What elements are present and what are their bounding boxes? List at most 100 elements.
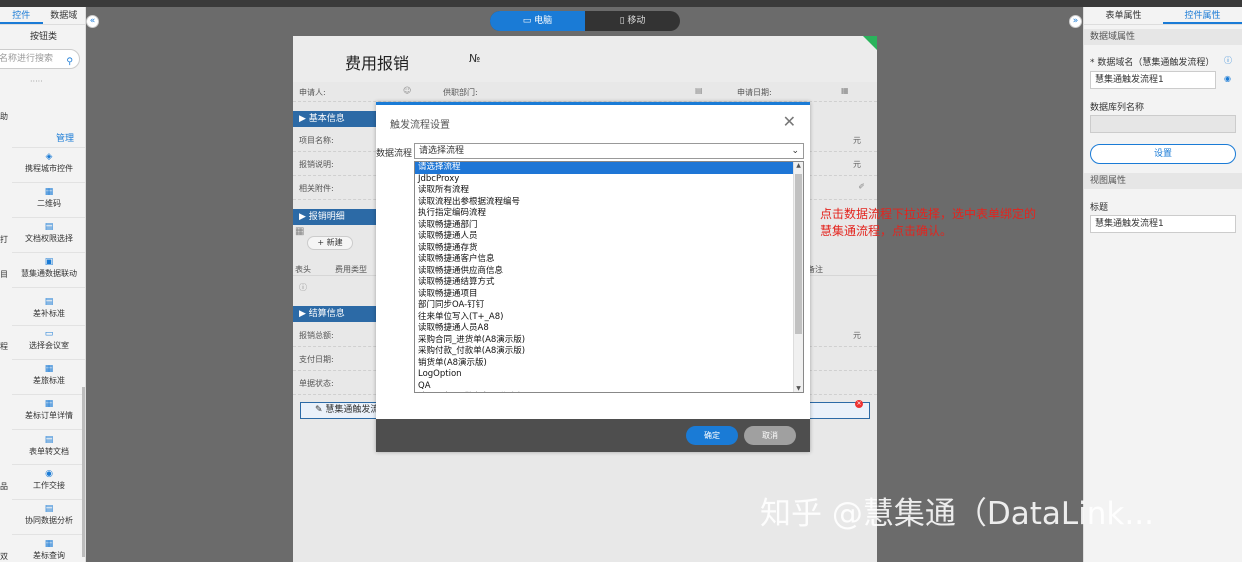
flow-option[interactable]: 读取畅捷通人员A8 [415,323,803,335]
flow-option[interactable]: QA [415,381,803,393]
pc-label: 电脑 [534,16,553,26]
control-item-data-link[interactable]: ▣ 慧集通数据联动 [14,257,84,279]
divider [12,359,85,360]
pc-view-button[interactable]: ▭ 电脑 [490,11,585,31]
left-scrollbar[interactable] [82,387,85,557]
flow-option[interactable]: 读取畅捷通部门 [415,220,803,232]
flow-option[interactable]: JdbcProxy [415,174,803,186]
search-placeholder: 名称进行搜索 [0,54,54,64]
control-label: 差标查询 [33,551,65,560]
control-item-meeting-room[interactable]: ▭ 选择会议室 [14,329,84,351]
locate-icon[interactable]: ◉ [1224,74,1231,83]
plus-icon: + [317,238,327,247]
paperclip-icon[interactable]: ✐ [858,182,865,191]
flow-option[interactable]: 采购合同_进货单(A8演示版) [415,335,803,347]
scroll-down-icon[interactable]: ▼ [794,385,803,392]
tab-controls[interactable]: 控件 [0,7,43,24]
chevron-down-icon: ⌄ [791,146,799,156]
search-icon[interactable]: ⚲ [66,53,73,71]
trigger-flow-dialog: 触发流程设置 ✕ 数据流程 请选择流程 ⌄ 请选择流程 JdbcProxy 读取所有… [376,102,810,452]
section-label: 报销明细 [308,212,345,222]
status-label: 单据状态: [299,379,334,388]
flow-option[interactable]: 读取流程出参根据流程编号 [415,197,803,209]
flow-option[interactable]: 读取畅捷通结算方式 [415,277,803,289]
select-value: 请选择流程 [419,146,465,156]
flow-option[interactable]: 请选择流程 [415,162,803,174]
control-item-ctrip-city[interactable]: ◈ 携程城市控件 [14,152,84,174]
mobile-view-button[interactable]: ▯ 移动 [585,11,680,31]
flow-option[interactable]: 读取畅捷通供应商信息 [415,266,803,278]
flow-option[interactable]: 读取畅捷通人员 [415,231,803,243]
cancel-button[interactable]: 取消 [744,426,796,445]
control-item-order-detail[interactable]: ▦ 差标订单详情 [14,399,84,421]
control-label: 慧集通数据联动 [21,269,77,278]
view-section: 视图属性 [1084,173,1242,189]
flow-option[interactable]: 部门同步OA-钉钉 [415,300,803,312]
flow-option[interactable]: 读取用友U8供应商及联系人 [415,392,803,393]
divider [12,217,85,218]
help-icon[interactable]: ⓘ [1224,55,1232,66]
new-row-button[interactable]: + 新建 [307,236,353,250]
new-label: 新建 [326,238,343,247]
standard-icon: ▤ [44,297,54,307]
manage-group-label: 管理 [56,134,75,144]
confirm-button[interactable]: 确定 [686,426,738,445]
divider [12,182,85,183]
qrcode-icon: ▦ [44,187,54,197]
tab-control-properties[interactable]: 控件属性 [1163,7,1242,24]
control-label: 携程城市控件 [25,164,73,173]
table-icon: ▦ [295,226,305,237]
control-search-input[interactable]: 名称进行搜索 ⚲ [0,49,80,69]
list-scrollbar[interactable]: ▲ ▼ [793,162,803,392]
left-panel: 控件 数据域 按钮类 名称进行搜索 ⚲ ····· 助 管理 ◈ 携程城市控件 ▦… [0,7,86,562]
dialog-title: 触发流程设置 [390,120,450,131]
flow-option[interactable]: 读取畅捷通存货 [415,243,803,255]
device-toggle: ▭ 电脑 ▯ 移动 [490,11,680,31]
delete-icon[interactable]: × [855,400,863,408]
control-item-work-handover[interactable]: ◉ 工作交接 [14,469,84,491]
dept-picker-icon[interactable]: ▤ [695,86,703,95]
collapse-left-icon[interactable]: « [86,15,99,28]
unit-label: 元 [853,160,861,169]
flow-option[interactable]: 读取畅捷通项目 [415,289,803,301]
person-icon[interactable]: ☺ [403,86,411,95]
collapse-right-icon[interactable]: » [1069,15,1082,28]
scrollbar-thumb[interactable] [795,174,802,334]
control-item-form-to-doc[interactable]: ▤ 表单转文档 [14,435,84,457]
flow-option[interactable]: 往来单位写入(T+_A8) [415,312,803,324]
flow-select[interactable]: 请选择流程 ⌄ [414,143,804,159]
divider [12,394,85,395]
section-detail: ▶ 报销明细 [293,209,381,225]
tab-form-properties[interactable]: 表单属性 [1084,7,1163,24]
flow-option[interactable]: 采购付款_付款单(A8演示版) [415,346,803,358]
cut-item-label: ····· [30,77,43,86]
control-item-qrcode[interactable]: ▦ 二维码 [14,187,84,209]
column-name-input[interactable] [1090,115,1236,133]
flow-options-list[interactable]: 请选择流程 JdbcProxy 读取所有流程 读取流程出参根据流程编号 执行指定编码流程… [414,161,804,393]
control-item-doc-permission[interactable]: ▤ 文档权限选择 [14,222,84,244]
control-item-subsidy-standard[interactable]: ▤ 差补标准 [14,297,84,319]
cut-label: 双 [0,552,8,561]
flow-option[interactable]: LogOption [415,369,803,381]
calendar-icon[interactable]: ▦ [841,86,849,95]
reason-label: 报销说明: [299,160,334,169]
tab-datafields[interactable]: 数据域 [43,7,86,24]
control-item-data-analysis[interactable]: ▤ 协同数据分析 [14,504,84,526]
form-number-label: № [469,52,481,65]
control-item-travel-standard[interactable]: ▦ 差旅标准 [14,364,84,386]
datafield-name-input[interactable]: 慧集通触发流程1 [1090,71,1216,89]
close-icon[interactable]: ✕ [783,112,796,131]
flow-option[interactable]: 销货单(A8演示版) [415,358,803,370]
watermark: 知乎 @慧集通（DataLink... [760,496,1154,532]
cut-label: 目 [0,270,8,279]
control-item-standard-query[interactable]: ▦ 差标查询 [14,539,84,561]
set-button[interactable]: 设置 [1090,144,1236,164]
scroll-up-icon[interactable]: ▲ [794,162,803,169]
flow-option[interactable]: 读取所有流程 [415,185,803,197]
unit-label: 元 [853,331,861,340]
cut-side-label: 助 [0,112,8,121]
flow-option[interactable]: 读取畅捷通客户信息 [415,254,803,266]
title-input[interactable]: 慧集通触发流程1 [1090,215,1236,233]
flow-option[interactable]: 执行指定编码流程 [415,208,803,220]
divider [12,534,85,535]
